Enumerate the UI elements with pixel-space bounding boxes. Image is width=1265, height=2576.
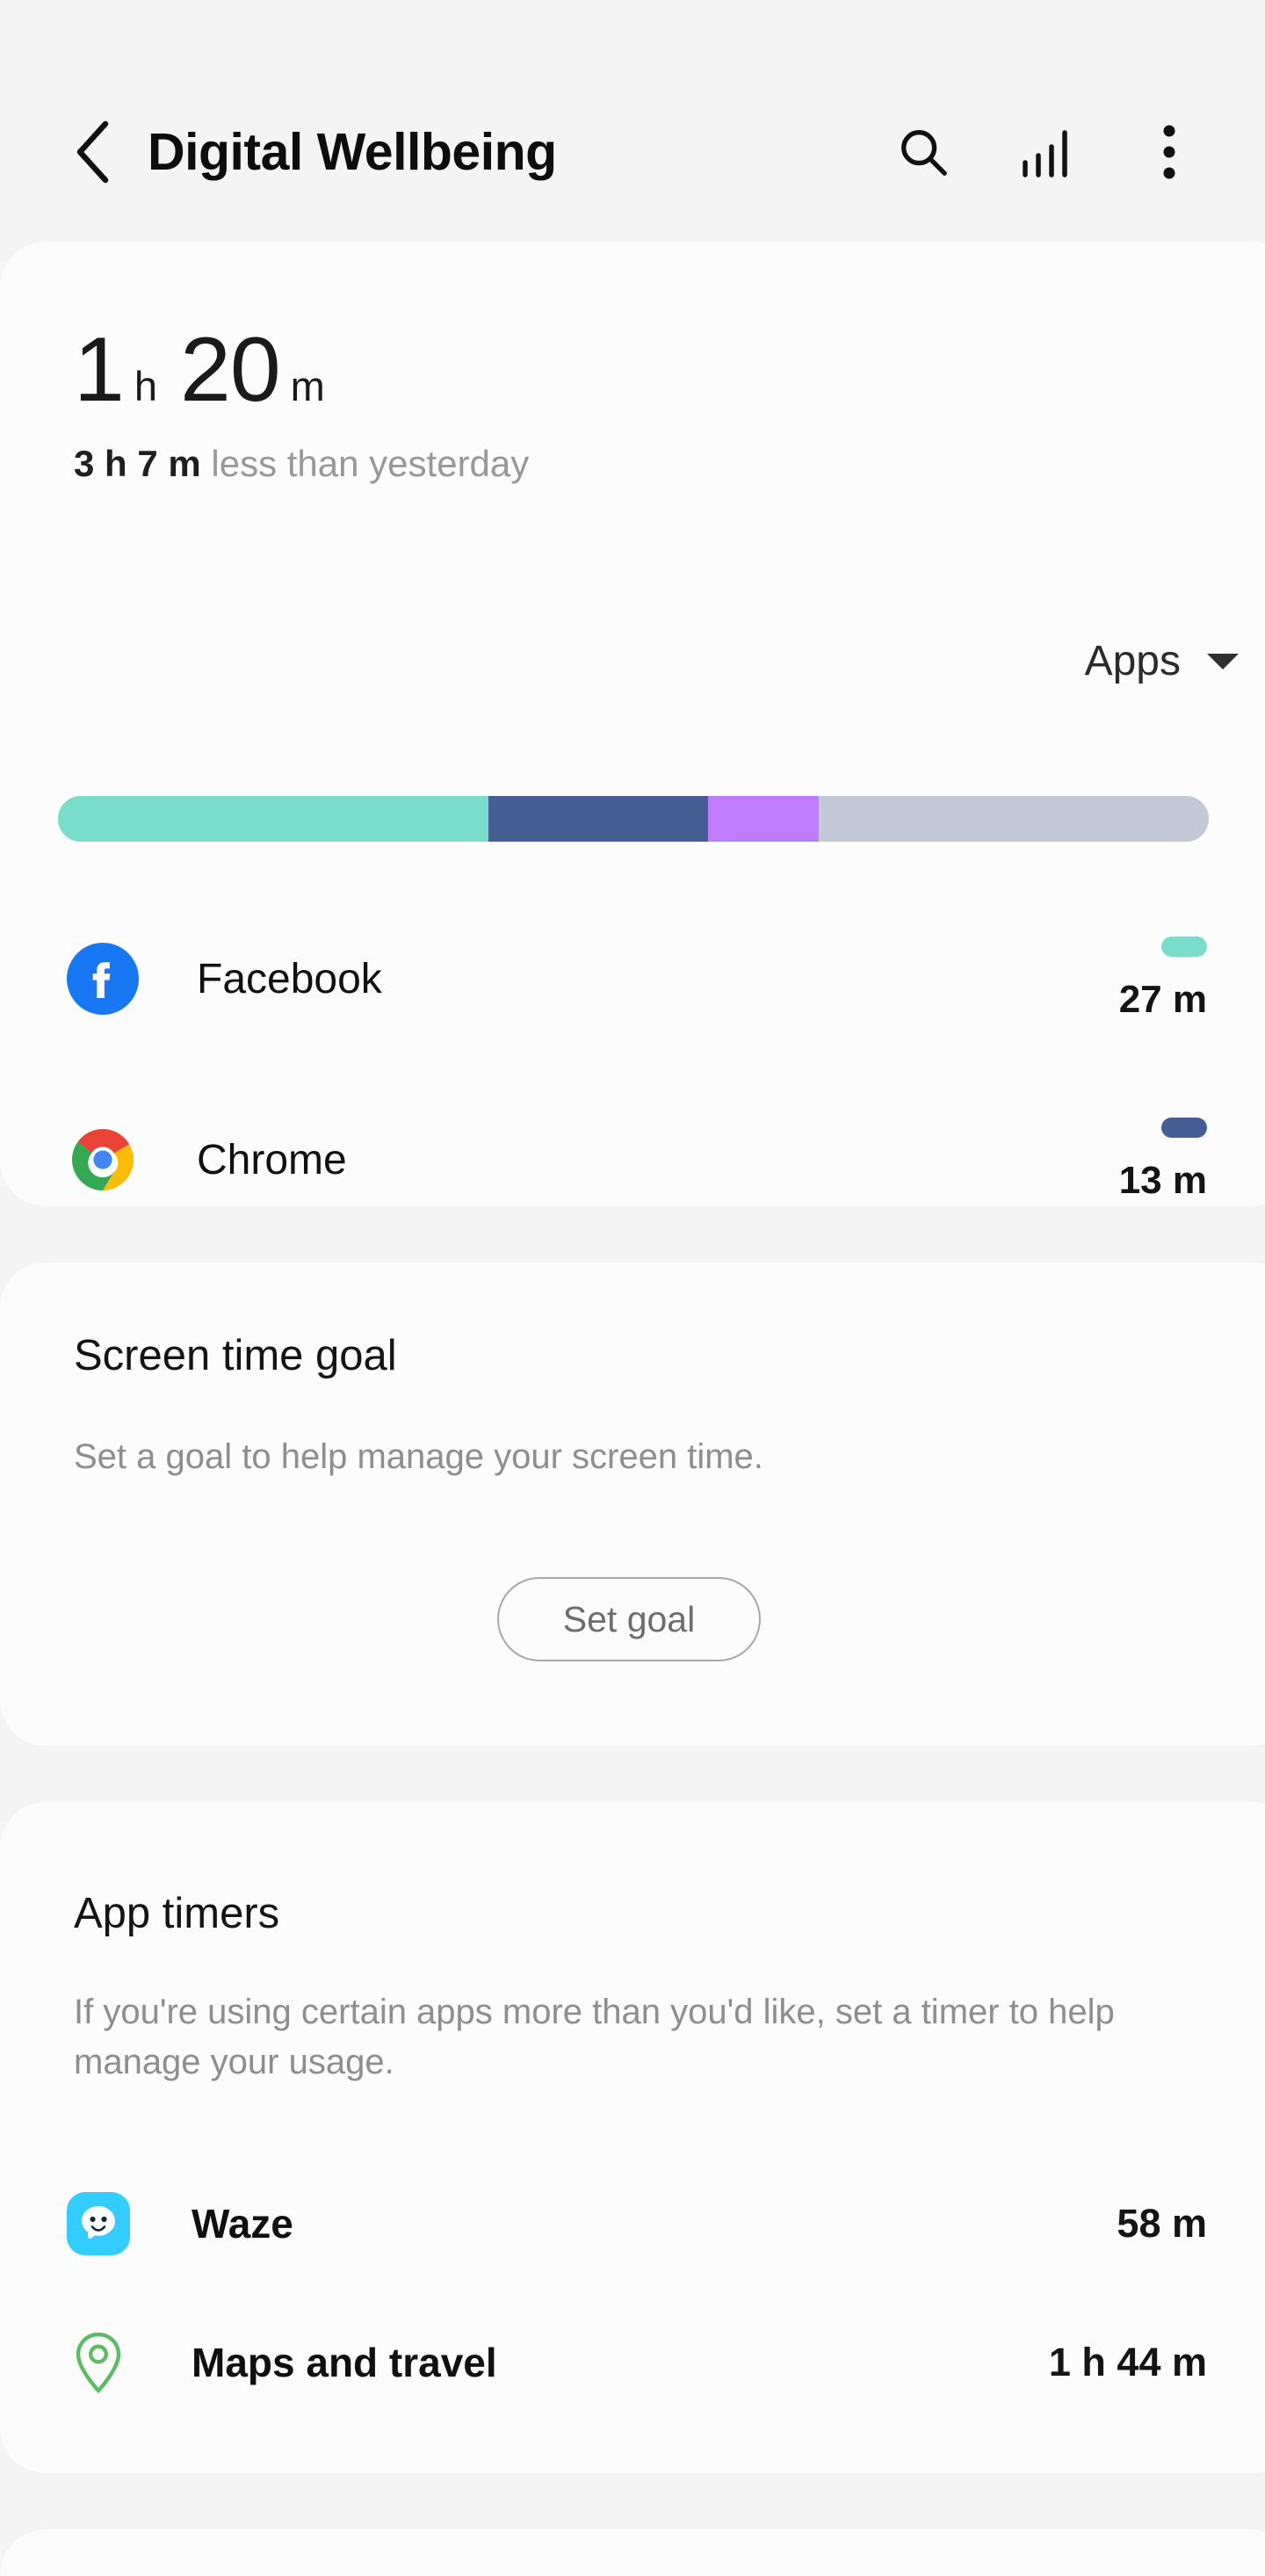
yesterday-comparison: 3 h 7 m less than yesterday — [74, 445, 1265, 482]
app-timer-row[interactable]: Waze 58 m — [0, 2154, 1265, 2293]
total-hours-value: 1 — [74, 324, 124, 416]
screen-time-goal-description: Set a goal to help manage your screen ti… — [74, 1432, 1163, 1482]
view-mode-dropdown[interactable]: Apps — [1085, 637, 1239, 685]
app-usage-row[interactable]: Facebook 27 m — [0, 888, 1265, 1069]
map-pin-icon — [67, 2331, 130, 2394]
app-timers-title: App timers — [74, 1889, 279, 1938]
usage-chart-button[interactable] — [1019, 125, 1073, 179]
usage-segment-messenger — [708, 796, 819, 842]
total-usage-summary: 1 h 20 m 3 h 7 m less than yesterday — [74, 324, 1265, 482]
app-bar: Digital Wellbeing — [0, 0, 1265, 242]
app-usage-color-pill — [1161, 937, 1207, 957]
app-bar-actions — [896, 125, 1212, 179]
total-minutes-value: 20 — [180, 324, 280, 416]
total-hours-unit: h — [134, 365, 157, 407]
digital-wellbeing-screen: Digital Wellbeing — [0, 0, 1265, 2576]
next-section-card[interactable] — [0, 2529, 1265, 2576]
map-pin-glyph — [69, 2329, 127, 2396]
usage-segment-chrome — [488, 796, 708, 842]
more-vertical-icon — [1159, 120, 1180, 184]
facebook-glyph — [67, 943, 139, 1015]
total-screen-time: 1 h 20 m — [74, 324, 1265, 416]
usage-segment-other — [819, 796, 1209, 842]
app-timer-name: Waze — [192, 2200, 293, 2247]
set-goal-button[interactable]: Set goal — [497, 1577, 761, 1661]
app-usage-value-group: 13 m — [1119, 1118, 1207, 1203]
usage-segment-bar — [58, 796, 1209, 842]
delta-label: less than yesterday — [211, 443, 529, 484]
app-usage-name: Facebook — [197, 955, 382, 1003]
app-usage-time: 13 m — [1119, 1159, 1207, 1203]
search-icon — [896, 124, 951, 180]
app-timer-row[interactable]: Maps and travel 1 h 44 m — [0, 2293, 1265, 2432]
facebook-icon — [67, 943, 139, 1015]
delta-amount: 3 h 7 m — [74, 443, 201, 484]
app-usage-row[interactable]: Chrome 13 m — [0, 1069, 1265, 1250]
page-title: Digital Wellbeing — [148, 122, 557, 182]
app-usage-value-group: 27 m — [1119, 937, 1207, 1022]
bar-chart-icon — [1020, 124, 1073, 180]
app-usage-name: Chrome — [197, 1136, 347, 1184]
more-options-button[interactable] — [1142, 125, 1196, 179]
chevron-down-icon — [1207, 654, 1239, 669]
total-minutes-unit: m — [291, 365, 325, 407]
app-timers-description: If you're using certain apps more than y… — [74, 1987, 1189, 2088]
chrome-glyph — [67, 1124, 139, 1196]
chrome-icon — [67, 1124, 139, 1196]
screen-time-goal-title: Screen time goal — [74, 1331, 397, 1380]
waze-glyph — [67, 2192, 130, 2255]
waze-icon — [67, 2192, 130, 2255]
back-button[interactable] — [65, 125, 119, 179]
app-usage-color-pill — [1161, 1118, 1207, 1138]
view-mode-label: Apps — [1085, 637, 1181, 685]
screen-time-usage-card: 1 h 20 m 3 h 7 m less than yesterday App… — [0, 242, 1265, 1206]
app-timer-time: 1 h 44 m — [1049, 2340, 1207, 2385]
search-button[interactable] — [896, 125, 951, 179]
chevron-left-icon — [72, 119, 112, 185]
app-timer-time: 58 m — [1117, 2201, 1207, 2247]
app-timer-name: Maps and travel — [192, 2339, 497, 2386]
usage-segment-facebook — [58, 796, 488, 842]
app-usage-time: 27 m — [1119, 978, 1207, 1022]
